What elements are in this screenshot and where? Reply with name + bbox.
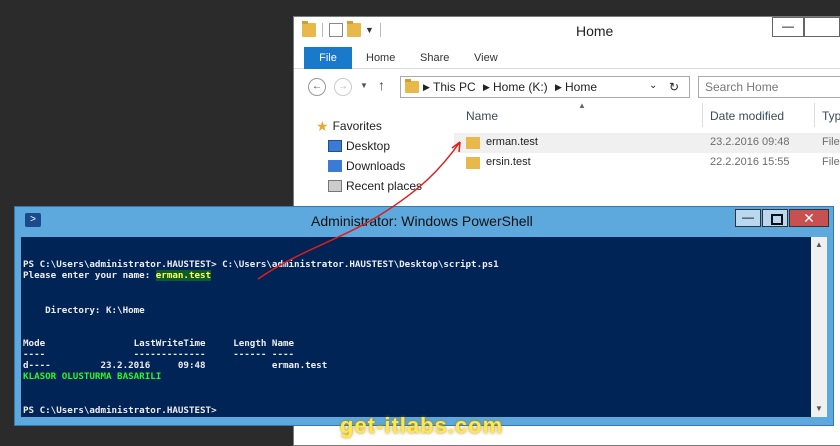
address-row: ← → ▼ ↑ ▶ This PC ▶ Home (K:) ▶ Home ⌄ ↻… — [294, 73, 840, 101]
console-output[interactable]: PS C:\Users\administrator.HAUSTEST> C:\U… — [21, 237, 811, 417]
tab-home[interactable]: Home — [366, 47, 395, 69]
window-title: Home — [576, 23, 614, 39]
quick-access-toolbar: ▼ — [302, 21, 383, 37]
folder-icon — [466, 137, 480, 149]
column-header-type[interactable]: Typ — [822, 109, 840, 123]
scroll-down-icon[interactable]: ▼ — [813, 403, 825, 415]
back-button[interactable]: ← — [308, 78, 326, 96]
file-date: 23.2.2016 09:48 — [710, 136, 790, 148]
folder-icon — [466, 157, 480, 169]
tab-share[interactable]: Share — [420, 47, 449, 69]
nav-item-desktop[interactable]: Desktop — [328, 139, 390, 153]
console-input-line: Please enter your name: erman.test — [23, 270, 212, 281]
powershell-titlebar: > Administrator: Windows PowerShell — ✕ — [15, 207, 833, 233]
scroll-up-icon[interactable]: ▲ — [813, 239, 825, 251]
maximize-button[interactable] — [762, 209, 788, 227]
column-divider[interactable] — [702, 103, 703, 127]
explorer-titlebar: ▼ Home — — [294, 17, 840, 45]
watermark: get-itlabs.com — [340, 413, 504, 438]
console-prompt-line: PS C:\Users\administrator.HAUSTEST> C:\U… — [23, 259, 499, 270]
nav-item-downloads[interactable]: Downloads — [328, 159, 405, 173]
nav-item-recent-places[interactable]: Recent places — [328, 179, 422, 193]
chevron-right-icon[interactable]: ▶ — [555, 82, 562, 93]
column-header-name[interactable]: Name — [466, 109, 498, 123]
column-header-date[interactable]: Date modified — [710, 109, 784, 123]
success-message: KLASOR OLUSTURMA BASARILI — [23, 371, 162, 382]
downloads-icon — [328, 160, 342, 172]
file-type: File — [822, 156, 840, 168]
address-dropdown-icon[interactable]: ⌄ — [649, 80, 657, 91]
file-date: 22.2.2016 15:55 — [710, 156, 790, 168]
tab-view[interactable]: View — [474, 47, 498, 69]
customize-dropdown-icon[interactable]: ▼ — [365, 25, 374, 35]
nav-item-label: Desktop — [346, 139, 391, 153]
minimize-button[interactable]: — — [735, 209, 761, 227]
properties-icon[interactable] — [329, 23, 343, 37]
nav-item-label: Downloads — [346, 159, 406, 173]
input-prompt-text: Please enter your name: — [23, 270, 156, 281]
close-button[interactable]: ✕ — [789, 209, 829, 227]
file-row[interactable]: erman.test 23.2.2016 09:48 File — [454, 133, 840, 153]
powershell-icon: > — [25, 213, 41, 227]
file-row[interactable]: ersin.test 22.2.2016 15:55 File — [454, 153, 840, 173]
up-button[interactable]: ↑ — [378, 77, 385, 93]
toolbar-divider — [322, 23, 323, 37]
star-icon: ★ — [316, 118, 329, 134]
address-bar[interactable]: ▶ This PC ▶ Home (K:) ▶ Home ⌄ ↻ — [400, 76, 690, 98]
minimize-button[interactable]: — — [772, 17, 804, 37]
file-name: ersin.test — [486, 156, 531, 168]
breadcrumb-home[interactable]: Home — [565, 80, 597, 94]
nav-item-favorites[interactable]: ★ Favorites — [316, 119, 382, 133]
table-header: Mode LastWriteTime Length Name — [23, 338, 295, 349]
table-row: d---- 23.2.2016 09:48 erman.test — [23, 360, 328, 371]
folder-icon — [405, 79, 419, 93]
navigation-pane: ★ Favorites Desktop Downloads Recent pla… — [294, 107, 454, 197]
maximize-button[interactable] — [804, 17, 840, 37]
column-divider[interactable] — [814, 103, 815, 127]
file-type: File — [822, 136, 840, 148]
entered-name: erman.test — [155, 270, 212, 281]
powershell-window: > Administrator: Windows PowerShell — ✕ … — [14, 206, 834, 426]
folder-icon — [302, 21, 316, 37]
nav-item-label: Favorites — [332, 119, 382, 133]
table-divider: ---- ------------- ------ ---- — [23, 349, 295, 360]
forward-button[interactable]: → — [334, 78, 352, 96]
toolbar-divider — [379, 23, 381, 37]
refresh-icon[interactable]: ↻ — [669, 80, 679, 94]
sort-ascending-icon: ▲ — [578, 101, 586, 110]
nav-item-label: Recent places — [346, 179, 423, 193]
chevron-right-icon[interactable]: ▶ — [483, 82, 490, 93]
recent-places-icon — [328, 180, 342, 192]
breadcrumb-drive[interactable]: Home (K:) — [493, 80, 548, 94]
console-prompt-line: PS C:\Users\administrator.HAUSTEST> — [23, 405, 217, 416]
search-input[interactable]: Search Home — [698, 76, 840, 98]
file-name: erman.test — [486, 136, 538, 148]
powershell-title: Administrator: Windows PowerShell — [311, 213, 533, 229]
ribbon-tabs: File Home Share View — [294, 45, 840, 69]
recent-locations-dropdown-icon[interactable]: ▼ — [360, 81, 368, 90]
chevron-right-icon[interactable]: ▶ — [423, 82, 430, 93]
directory-line: Directory: K:\Home — [23, 305, 145, 316]
breadcrumb-this-pc[interactable]: This PC — [433, 80, 476, 94]
new-folder-icon[interactable] — [347, 21, 361, 37]
vertical-scrollbar[interactable]: ▲ ▼ — [811, 237, 827, 417]
desktop-icon — [328, 140, 342, 152]
tab-file[interactable]: File — [304, 47, 352, 69]
